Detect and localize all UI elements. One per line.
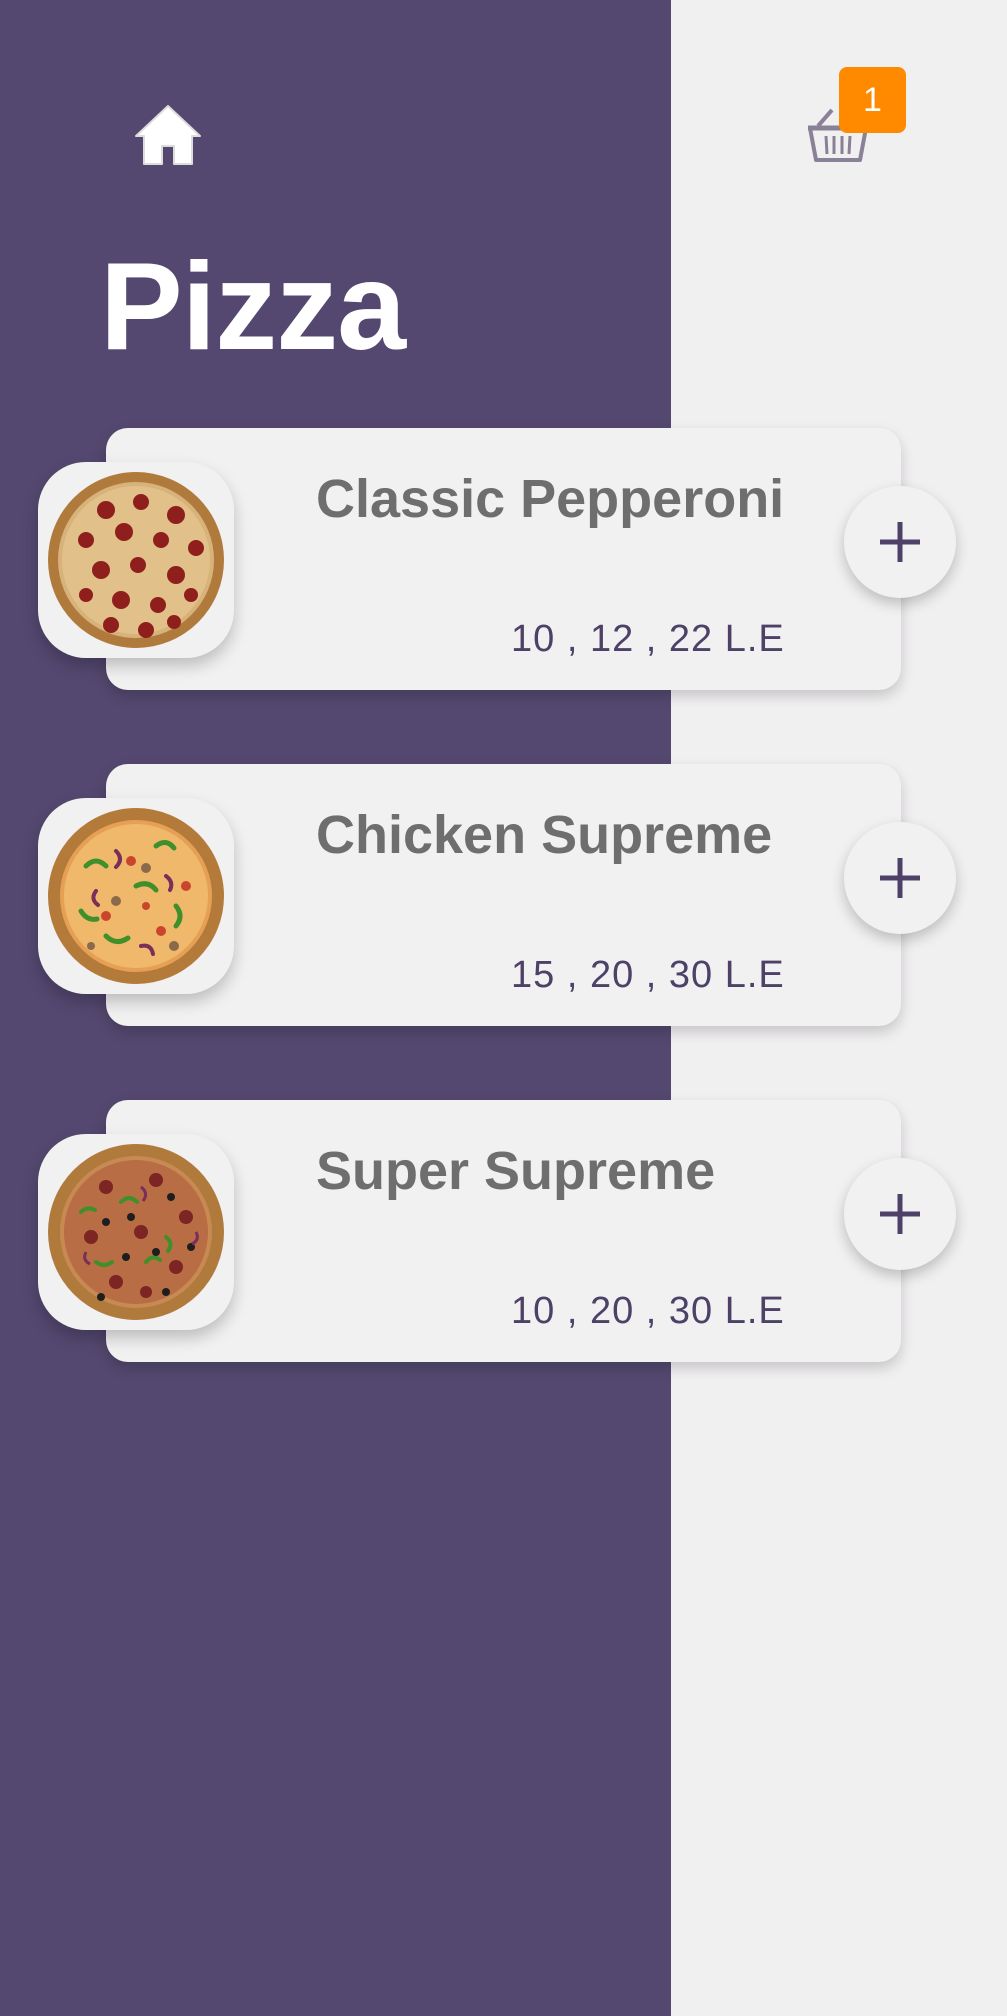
plus-icon: [880, 858, 920, 898]
product-thumbnail[interactable]: [38, 462, 234, 658]
product-name: Chicken Supreme: [316, 805, 773, 865]
plus-icon: [880, 522, 920, 562]
chicken-supreme-pizza-image: [48, 808, 224, 984]
home-button[interactable]: [128, 98, 208, 172]
product-price: 15 , 20 , 30 L.E: [511, 954, 785, 996]
product-name: Classic Pepperoni: [316, 469, 785, 529]
add-to-cart-button[interactable]: [844, 822, 956, 934]
product-price: 10 , 20 , 30 L.E: [511, 1290, 785, 1332]
add-to-cart-button[interactable]: [844, 1158, 956, 1270]
product-name: Super Supreme: [316, 1141, 716, 1201]
page-title: Pizza: [100, 238, 406, 376]
home-icon: [135, 105, 201, 165]
add-to-cart-button[interactable]: [844, 486, 956, 598]
super-supreme-pizza-image: [48, 1144, 224, 1320]
plus-icon: [880, 1194, 920, 1234]
product-thumbnail[interactable]: [38, 1134, 234, 1330]
pepperoni-pizza-image: [48, 472, 224, 648]
product-thumbnail[interactable]: [38, 798, 234, 994]
product-price: 10 , 12 , 22 L.E: [511, 618, 785, 660]
cart-count-badge: 1: [839, 67, 906, 133]
